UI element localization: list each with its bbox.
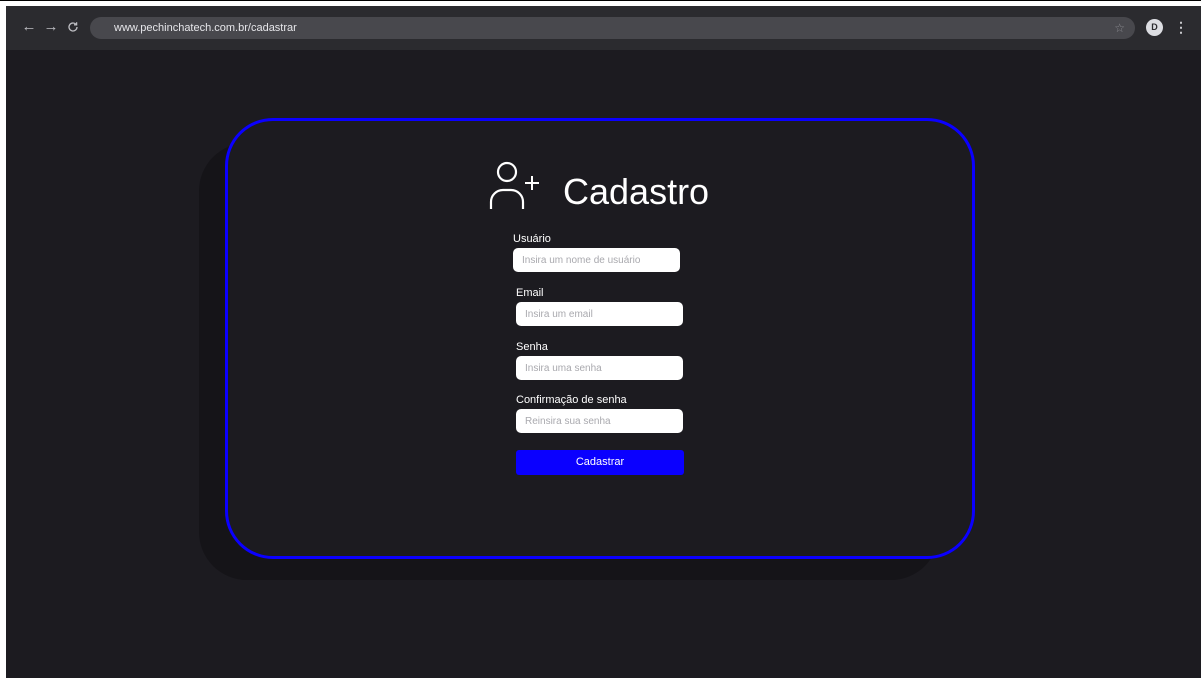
email-label: Email [516,287,544,299]
forward-icon[interactable]: → [42,18,60,36]
profile-avatar[interactable]: D [1146,19,1163,36]
username-label: Usuário [513,233,551,245]
back-icon[interactable]: ← [20,18,38,36]
password-confirm-label: Confirmação de senha [516,394,627,406]
more-vertical-icon[interactable]: ⋮ [1174,18,1188,36]
username-input[interactable] [513,248,680,272]
star-icon[interactable]: ☆ [1114,20,1125,36]
register-button[interactable]: Cadastrar [516,450,684,475]
password-label: Senha [516,341,548,353]
email-input[interactable] [516,302,683,326]
password-confirm-input[interactable] [516,409,683,433]
screen-top-edge [0,0,1201,1]
browser-toolbar: ← → www.pechinchatech.com.br/cadastrar ☆… [6,6,1201,50]
user-plus-icon [489,161,539,209]
address-bar[interactable]: www.pechinchatech.com.br/cadastrar ☆ [90,17,1135,39]
page-title: Cadastro [563,171,710,212]
password-input[interactable] [516,356,683,380]
reload-icon[interactable] [64,18,82,36]
url-text[interactable]: www.pechinchatech.com.br/cadastrar [114,21,297,35]
